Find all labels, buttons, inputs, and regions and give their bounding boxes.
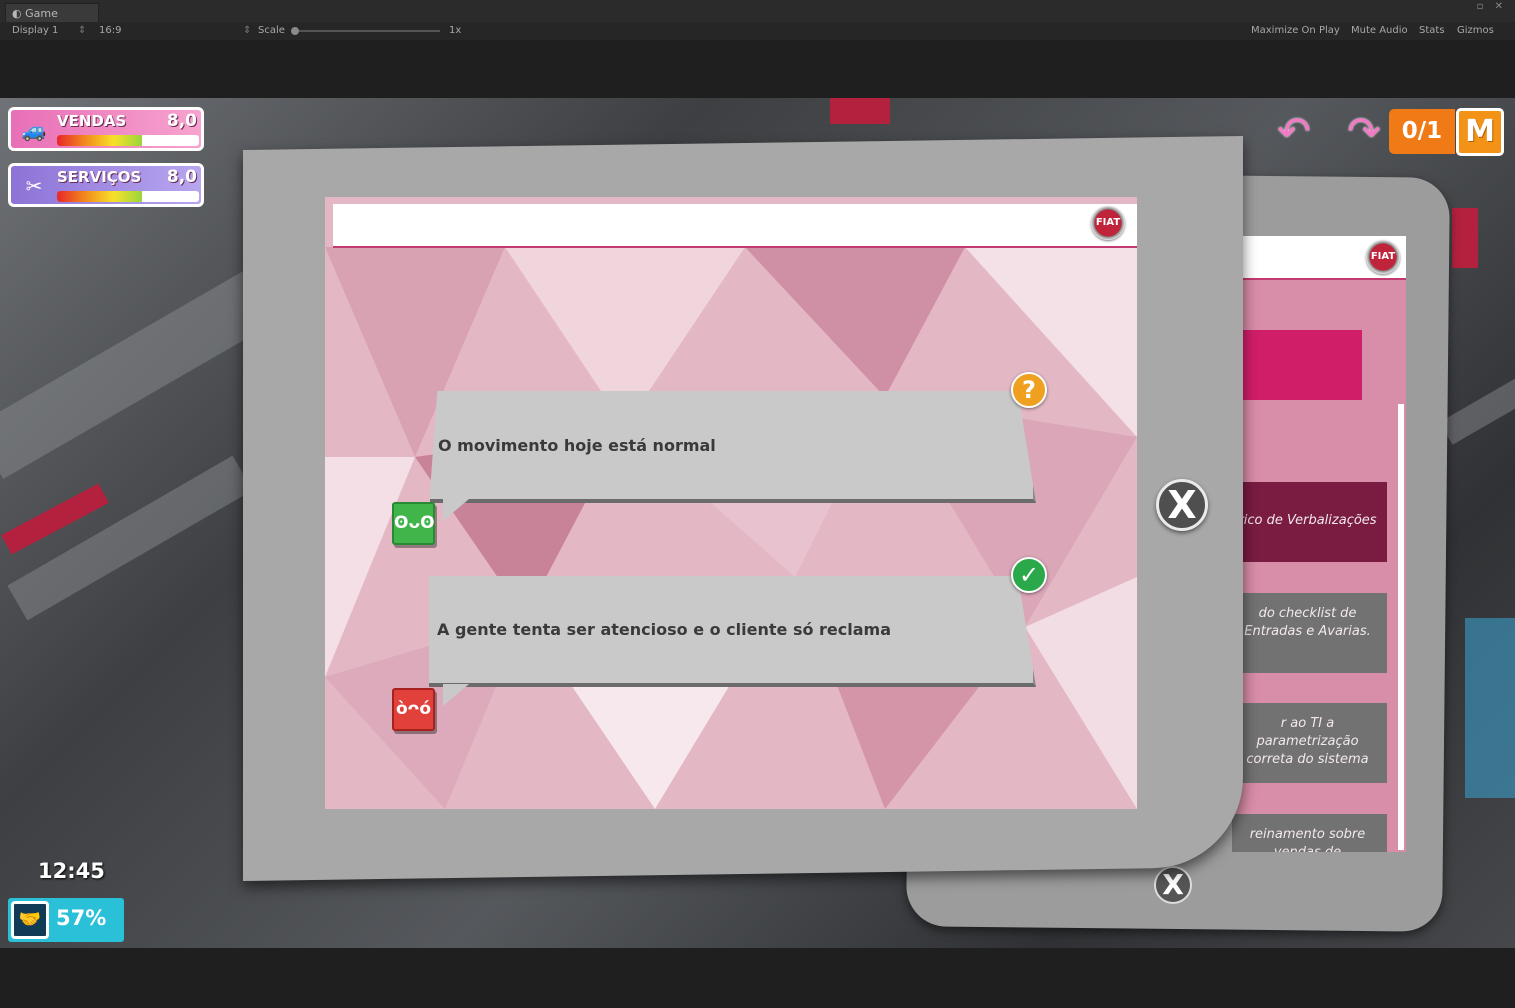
game-view-letterbox-bottom: [0, 948, 1515, 1008]
dialog-bubble: O movimento hoje está normal: [430, 391, 1036, 503]
servicos-label: SERVIÇOS: [57, 168, 142, 186]
question-icon[interactable]: ?: [1011, 372, 1047, 408]
dialog-bubble: A gente tenta ser atencioso e o cliente …: [429, 576, 1036, 687]
action-option-1[interactable]: rico de Verbalizações: [1232, 482, 1387, 562]
game-clock: 12:45: [38, 859, 105, 883]
angry-face-icon: òᴖó: [392, 688, 435, 731]
gizmos-menu[interactable]: Gizmos: [1457, 22, 1494, 40]
rotate-left-icon: ↶: [1277, 109, 1311, 155]
dialog-bubble-text: A gente tenta ser atencioso e o cliente …: [437, 620, 892, 639]
scale-slider-knob[interactable]: [291, 27, 299, 35]
back-tablet-screen: FIAT rico de Verbalizações do checklist …: [1232, 236, 1406, 852]
editor-tab-bar: ◐ Game ▫ ✕: [0, 0, 1515, 23]
scene-red-extinguisher: [1452, 208, 1478, 268]
tools-icon: ✂: [25, 174, 43, 198]
action-option-2[interactable]: do checklist de Entradas e Avarias.: [1232, 593, 1387, 673]
game-tab[interactable]: ◐ Game: [5, 3, 99, 22]
car-icon: 🚙: [21, 118, 47, 142]
happy-face-icon: ʘᴗʘ: [392, 502, 435, 545]
action-option-3[interactable]: r ao TI a parametrização correta do sist…: [1232, 703, 1387, 783]
display-dropdown-icon: ⇕: [78, 25, 87, 36]
fiat-logo: FIAT: [1366, 240, 1400, 274]
servicos-status-bar: ✂ SERVIÇOS 8,0: [8, 163, 204, 207]
dialog-header: [333, 204, 1137, 248]
back-tablet-title-block: [1232, 330, 1362, 400]
vendas-status-bar: 🚙 VENDAS 8,0: [8, 107, 204, 151]
scale-slider[interactable]: [294, 30, 440, 32]
dialog-bubble-text: O movimento hoje está normal: [438, 435, 716, 455]
satisfaction-value: 57%: [56, 906, 107, 930]
back-tablet-close-button[interactable]: X: [1154, 866, 1192, 904]
handshake-icon: 🤝: [11, 901, 49, 939]
action-option-4[interactable]: reinamento sobre vendas de: [1232, 814, 1387, 852]
mission-counter: 0/1: [1389, 109, 1455, 154]
rotate-left-button[interactable]: ↶: [1272, 110, 1316, 154]
game-view-letterbox-top: [0, 40, 1515, 98]
rotate-right-icon: ↷: [1347, 109, 1381, 155]
dialog-bubble-tail: [443, 499, 469, 521]
mute-audio-toggle[interactable]: Mute Audio: [1351, 22, 1408, 40]
servicos-meter: [57, 191, 199, 202]
scene-red-object: [830, 98, 890, 124]
vendas-meter-fill: [57, 135, 143, 146]
scale-label: Scale: [258, 25, 285, 36]
game-tab-label: Game: [25, 7, 58, 20]
game-tab-icon: ◐: [12, 7, 26, 20]
dialog-close-button[interactable]: X: [1156, 479, 1208, 531]
dialog-bubble-tail: [443, 684, 469, 706]
vendas-value: 8,0: [166, 111, 197, 131]
servicos-meter-fill: [57, 191, 143, 202]
back-tablet-scrollbar[interactable]: [1398, 404, 1404, 850]
check-icon[interactable]: ✓: [1011, 557, 1047, 593]
game-toolbar: Display 1 ⇕ 16:9 ⇕ Scale 1x Maximize On …: [0, 22, 1515, 40]
aspect-select[interactable]: 16:9: [99, 22, 121, 40]
scene-blue-shelf: [1465, 618, 1515, 798]
display-select[interactable]: Display 1: [12, 22, 58, 40]
servicos-value: 8,0: [166, 167, 197, 187]
stats-toggle[interactable]: Stats: [1419, 22, 1445, 40]
satisfaction-indicator[interactable]: 🤝 57%: [8, 898, 124, 942]
rotate-right-button[interactable]: ↷: [1342, 110, 1386, 154]
scale-value: 1x: [449, 25, 462, 36]
fiat-logo: FIAT: [1091, 206, 1125, 240]
vendas-label: VENDAS: [57, 112, 127, 130]
vendas-meter: [57, 135, 199, 146]
aspect-dropdown-icon: ⇕: [243, 25, 252, 36]
window-controls[interactable]: ▫ ✕: [1477, 1, 1507, 12]
mission-button[interactable]: M: [1456, 108, 1504, 156]
maximize-on-play-toggle[interactable]: Maximize On Play: [1251, 22, 1340, 40]
